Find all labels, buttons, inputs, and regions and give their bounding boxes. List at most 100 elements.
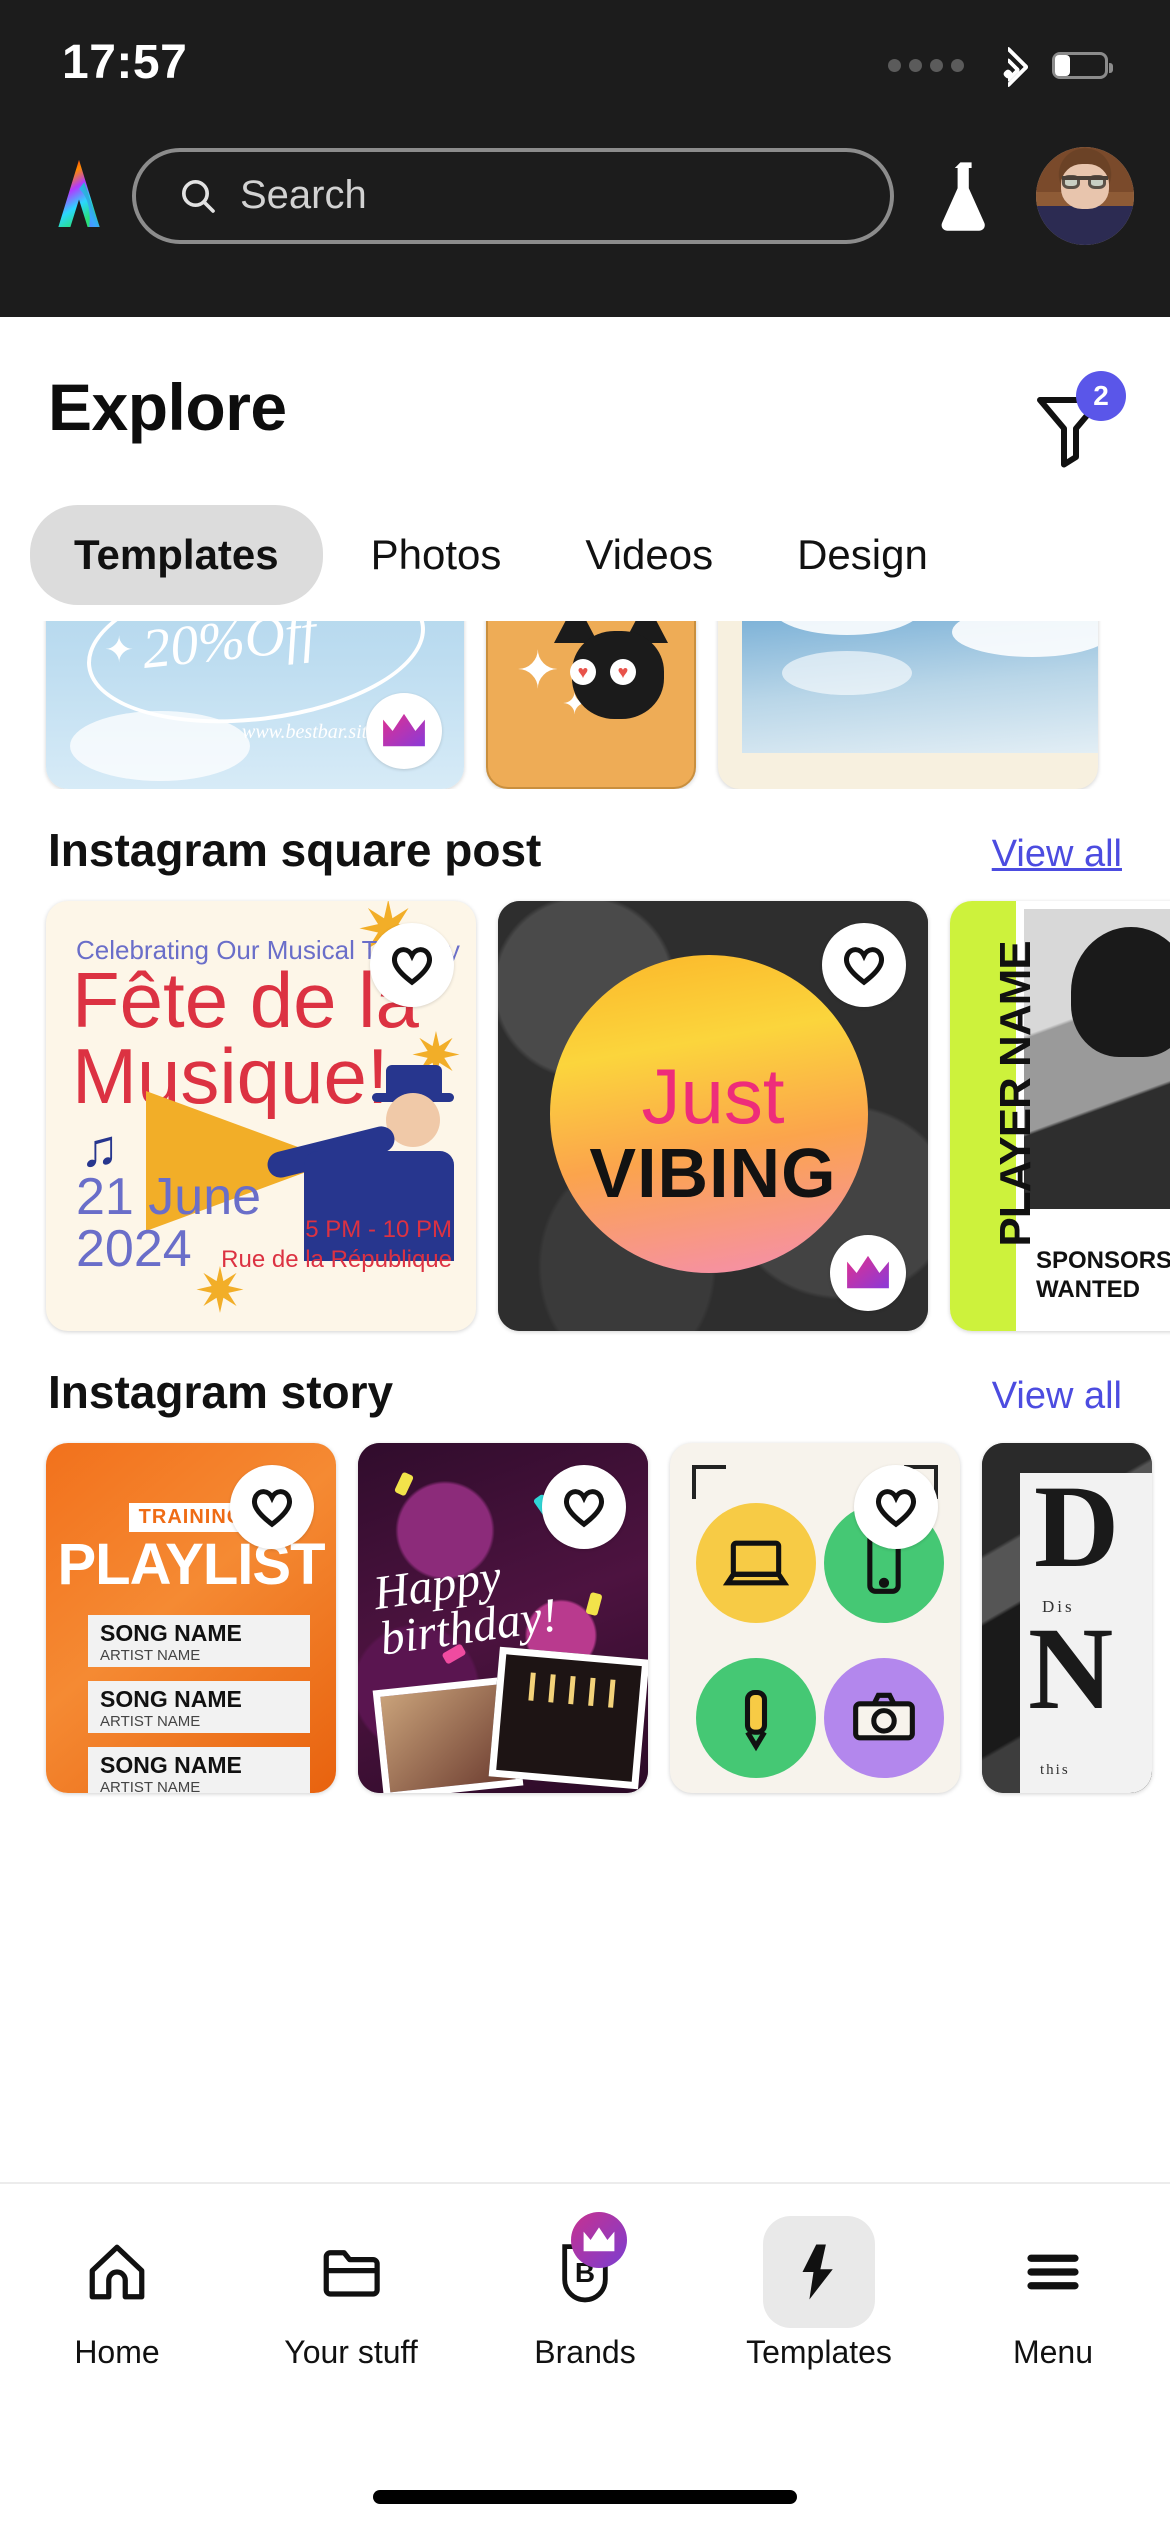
- section-title: Instagram story: [48, 1366, 394, 1418]
- favorite-button[interactable]: [854, 1465, 938, 1549]
- discover-bw-template[interactable]: D Dis N this: [982, 1443, 1152, 1793]
- home-icon-wrap: [61, 2216, 173, 2328]
- sparkle-icon: ✦: [516, 642, 560, 700]
- templates-icon-wrap: [763, 2216, 875, 2328]
- song-name: SONG NAME: [100, 1752, 242, 1778]
- just-vibing-template[interactable]: Just VIBING: [498, 901, 928, 1331]
- nav-item-menu[interactable]: Menu: [936, 2216, 1170, 2371]
- heart-icon: [563, 1489, 605, 1528]
- artist-name: ARTIST NAME: [100, 1647, 201, 1664]
- signal-dots-icon: [888, 58, 964, 72]
- cake-photo: [488, 1646, 648, 1790]
- templates-icon: [802, 2244, 833, 2300]
- explore-page: Explore 2 Templates Photos Videos Design…: [0, 317, 1170, 2532]
- app-bar: Search: [0, 104, 1170, 317]
- nav-item-brands[interactable]: B Brands: [468, 2212, 702, 2371]
- folder-icon: [323, 2250, 380, 2297]
- crown-icon: [383, 713, 425, 747]
- search-input[interactable]: Search: [132, 147, 894, 244]
- song-row: SONG NAME ARTIST NAME: [88, 1615, 310, 1667]
- search-placeholder: Search: [240, 173, 367, 217]
- nav-label: Templates: [746, 2334, 892, 2370]
- home-icon: [89, 2244, 145, 2300]
- big-letter-2: N: [1028, 1603, 1114, 1734]
- flask-icon[interactable]: [920, 150, 1012, 242]
- filter-badge: 2: [1076, 371, 1126, 421]
- section-header-story: Instagram story View all: [0, 1365, 1170, 1419]
- event-time: 5 PM - 10 PM: [305, 1216, 452, 1243]
- nav-item-home[interactable]: Home: [0, 2216, 234, 2371]
- caption-line-1: SPONSORS: [1036, 1247, 1170, 1275]
- cat-eye-right: ♥: [610, 659, 636, 685]
- song-name: SONG NAME: [100, 1620, 242, 1646]
- cat-eye-left: ♥: [570, 659, 596, 685]
- nav-item-your-stuff[interactable]: Your stuff: [234, 2216, 468, 2371]
- cloud-decor: [70, 711, 250, 781]
- view-all-link-story[interactable]: View all: [992, 1375, 1122, 1418]
- footer-word: this: [1040, 1762, 1070, 1778]
- canva-logo-icon[interactable]: [36, 153, 122, 239]
- nav-item-templates[interactable]: Templates: [702, 2216, 936, 2371]
- brand-icon-wrap: B: [529, 2212, 641, 2328]
- filter-button[interactable]: 2: [1028, 371, 1126, 471]
- avatar[interactable]: [1036, 146, 1134, 245]
- soda-discount-template[interactable]: ✦ Soda 20%Off www.bestbar.site.c: [46, 621, 464, 789]
- cat-moments-template[interactable]: My best moments ✦ ✦ ♥ ♥: [486, 621, 696, 789]
- brand-crown-badge: [571, 2212, 627, 2268]
- tab-videos[interactable]: Videos: [549, 505, 749, 605]
- category-tabs: Templates Photos Videos Design: [0, 471, 1170, 605]
- favorite-button[interactable]: [230, 1465, 314, 1549]
- event-info: 5 PM - 10 PM Rue de la République: [221, 1215, 452, 1275]
- view-all-link-square-post[interactable]: View all: [992, 833, 1122, 876]
- wifi-icon: [986, 45, 1030, 89]
- camera-icon: [853, 1692, 915, 1741]
- top-template-row: ✦ Soda 20%Off www.bestbar.site.c My best…: [0, 621, 1170, 789]
- crown-icon: [583, 2227, 615, 2252]
- status-clock: 17:57: [62, 36, 188, 89]
- top-row-scroll[interactable]: ✦ Soda 20%Off www.bestbar.site.c My best…: [0, 621, 1170, 789]
- search-icon: [178, 176, 218, 216]
- artist-name: ARTIST NAME: [100, 1779, 201, 1793]
- status-bar: 17:57: [0, 0, 1170, 104]
- nav-label: Home: [74, 2334, 160, 2370]
- song-row: SONG NAME ARTIST NAME: [88, 1747, 310, 1793]
- star-decor-3: ✷: [194, 1257, 246, 1326]
- heart-icon: [391, 947, 433, 986]
- fete-de-la-musique-template[interactable]: ✷ Celebrating Our Musical Tapestry Fête …: [46, 901, 476, 1331]
- section-header-square-post: Instagram square post View all: [0, 823, 1170, 877]
- artist-name: ARTIST NAME: [100, 1713, 201, 1730]
- player-photo: [1024, 909, 1170, 1209]
- crown-icon: [847, 1255, 889, 1289]
- sparkle-icon: ✦: [104, 629, 135, 670]
- laptop-icon-bubble: [696, 1503, 816, 1623]
- heart-icon: [875, 1489, 917, 1528]
- favorite-button[interactable]: [542, 1465, 626, 1549]
- nav-label: Your stuff: [284, 2334, 418, 2370]
- pro-crown-badge: [366, 693, 442, 769]
- tab-templates[interactable]: Templates: [30, 505, 323, 605]
- tab-photos[interactable]: Photos: [335, 505, 538, 605]
- caption-line-2: WANTED: [1036, 1276, 1140, 1304]
- status-indicators: [888, 45, 1113, 90]
- vibe-word-2: VIBING: [589, 1134, 837, 1212]
- sky-photo-template[interactable]: [718, 621, 1098, 789]
- vibe-word-1: Just: [641, 1052, 785, 1140]
- icon-bubbles-template[interactable]: [670, 1443, 960, 1793]
- hamburger-menu-icon: [1027, 2254, 1079, 2290]
- sky-photo: [742, 621, 1098, 753]
- section-title: Instagram square post: [48, 824, 542, 876]
- favorite-button[interactable]: [822, 923, 906, 1007]
- story-row[interactable]: TRAINING PLAYLIST SONG NAME ARTIST NAME …: [0, 1443, 1170, 1793]
- player-name-template[interactable]: PLAYER NAME SPONSORS WANTED: [950, 901, 1170, 1331]
- favorite-button[interactable]: [370, 923, 454, 1007]
- training-playlist-template[interactable]: TRAINING PLAYLIST SONG NAME ARTIST NAME …: [46, 1443, 336, 1793]
- heart-icon: [843, 947, 885, 986]
- nav-label: Brands: [534, 2334, 636, 2370]
- folder-icon-wrap: [295, 2216, 407, 2328]
- square-post-row[interactable]: ✷ Celebrating Our Musical Tapestry Fête …: [0, 901, 1170, 1331]
- happy-birthday-template[interactable]: Happy birthday!: [358, 1443, 648, 1793]
- tab-design[interactable]: Design: [761, 505, 964, 605]
- pencil-icon-bubble: [696, 1658, 816, 1778]
- pencil-icon: [744, 1689, 768, 1752]
- song-row: SONG NAME ARTIST NAME: [88, 1681, 310, 1733]
